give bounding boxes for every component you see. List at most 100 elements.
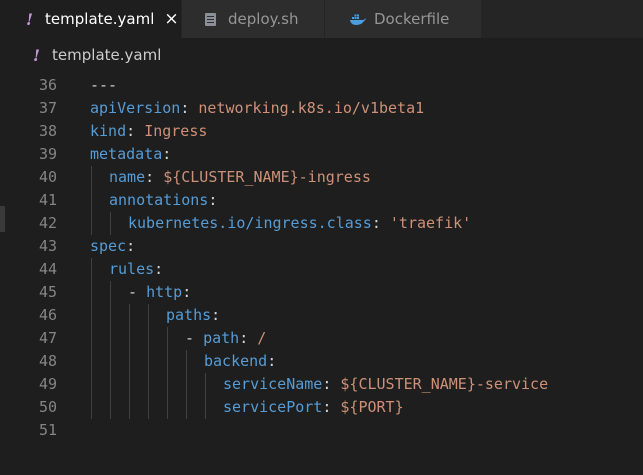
code-text: - http: xyxy=(128,281,191,304)
line-number: 39 xyxy=(38,145,57,163)
yaml-punctuation: : xyxy=(322,375,341,393)
breadcrumb[interactable]: ! template.yaml xyxy=(0,38,643,72)
code-line[interactable]: 40 name: ${CLUSTER_NAME}-ingress xyxy=(0,166,643,189)
code-line[interactable]: 41 annotations: xyxy=(0,189,643,212)
yaml-punctuation: : xyxy=(182,283,192,301)
line-number: 49 xyxy=(38,375,57,393)
line-number: 45 xyxy=(38,283,57,301)
tab-dockerfile[interactable]: Dockerfile xyxy=(325,0,482,38)
yaml-punctuation: : xyxy=(239,329,258,347)
code-text: kubernetes.io/ingress.class: 'traefik' xyxy=(128,212,471,235)
yaml-punctuation: --- xyxy=(90,76,118,94)
indent-guide xyxy=(186,350,187,419)
line-number: 37 xyxy=(38,99,57,117)
yaml-key: kind xyxy=(90,122,127,140)
tab-label: deploy.sh xyxy=(228,10,299,28)
docker-icon xyxy=(350,14,366,25)
code-text: apiVersion: networking.k8s.io/v1beta1 xyxy=(90,97,424,120)
code-text: - path: / xyxy=(185,327,266,350)
code-text: kind: Ingress xyxy=(90,120,207,143)
yaml-punctuation: - xyxy=(128,283,147,301)
code-editor[interactable]: 36 --- 37 apiVersion: networking.k8s.io/v1b… xyxy=(0,72,643,475)
indent-guide xyxy=(91,258,92,419)
code-line[interactable]: 51 xyxy=(0,419,643,442)
line-number: 36 xyxy=(38,76,57,94)
yaml-value: / xyxy=(257,329,267,347)
code-line[interactable]: 45 - http: xyxy=(0,281,643,304)
yaml-key: servicePort xyxy=(223,398,323,416)
indent-guide xyxy=(205,373,206,419)
line-number: 43 xyxy=(38,237,57,255)
tab-label: Dockerfile xyxy=(374,10,450,28)
indent-guide xyxy=(91,166,92,235)
yaml-punctuation: : xyxy=(126,122,145,140)
code-line[interactable]: 44 rules: xyxy=(0,258,643,281)
tab-template-yaml[interactable]: ! template.yaml × xyxy=(0,0,182,38)
line-number: 42 xyxy=(38,214,57,232)
yaml-punctuation: : xyxy=(145,168,164,186)
yaml-icon: ! xyxy=(33,45,41,65)
yaml-value: networking.k8s.io/v1beta1 xyxy=(198,99,425,117)
line-number: 40 xyxy=(38,168,57,186)
yaml-key: serviceName xyxy=(223,375,323,393)
code-line[interactable]: 42 kubernetes.io/ingress.class: 'traefik' xyxy=(0,212,643,235)
code-text: paths: xyxy=(166,304,220,327)
code-line[interactable]: 49 serviceName: ${CLUSTER_NAME}-service xyxy=(0,373,643,396)
yaml-punctuation: : xyxy=(371,214,390,232)
code-line[interactable]: 50 servicePort: ${PORT} xyxy=(0,396,643,419)
close-icon[interactable]: × xyxy=(164,9,178,29)
code-text: rules: xyxy=(109,258,163,281)
yaml-punctuation: : xyxy=(322,398,341,416)
line-number: 46 xyxy=(38,306,57,324)
tab-deploy-sh[interactable]: deploy.sh xyxy=(182,0,325,38)
code-text: metadata: xyxy=(90,143,171,166)
yaml-punctuation: : xyxy=(126,237,136,255)
code-text: backend: xyxy=(204,350,276,373)
code-text: spec: xyxy=(90,235,135,258)
code-text: name: ${CLUSTER_NAME}-ingress xyxy=(109,166,371,189)
yaml-key: spec xyxy=(90,237,127,255)
yaml-punctuation: - xyxy=(185,329,204,347)
yaml-key: kubernetes.io/ingress.class xyxy=(128,214,372,232)
shell-file-icon xyxy=(205,12,216,26)
indent-guide xyxy=(110,281,111,419)
code-text: servicePort: ${PORT} xyxy=(223,396,404,419)
yaml-key: path xyxy=(203,329,240,347)
code-line[interactable]: 37 apiVersion: networking.k8s.io/v1beta1 xyxy=(0,97,643,120)
yaml-value: ${CLUSTER_NAME}-service xyxy=(340,375,549,393)
code-line[interactable]: 48 backend: xyxy=(0,350,643,373)
yaml-icon: ! xyxy=(26,9,34,29)
yaml-key: paths xyxy=(166,306,212,324)
yaml-punctuation: : xyxy=(154,260,164,278)
yaml-punctuation: : xyxy=(208,191,218,209)
yaml-key: backend xyxy=(204,352,268,370)
code-line[interactable]: 47 - path: / xyxy=(0,327,643,350)
line-number: 44 xyxy=(38,260,57,278)
code-line[interactable]: 39 metadata: xyxy=(0,143,643,166)
yaml-value: ${PORT} xyxy=(340,398,404,416)
indent-guide xyxy=(129,304,130,419)
code-text: serviceName: ${CLUSTER_NAME}-service xyxy=(223,373,548,396)
yaml-key: annotations xyxy=(109,191,209,209)
yaml-value: ${CLUSTER_NAME}-ingress xyxy=(163,168,371,186)
line-number: 50 xyxy=(38,398,57,416)
line-number: 41 xyxy=(38,191,57,209)
breadcrumb-file[interactable]: template.yaml xyxy=(52,46,161,64)
code-line[interactable]: 43 spec: xyxy=(0,235,643,258)
yaml-key: apiVersion xyxy=(90,99,181,117)
yaml-punctuation: : xyxy=(180,99,199,117)
code-line[interactable]: 46 paths: xyxy=(0,304,643,327)
yaml-key: rules xyxy=(109,260,155,278)
indent-guide xyxy=(148,304,149,419)
yaml-value: Ingress xyxy=(144,122,208,140)
line-number: 51 xyxy=(38,421,57,439)
code-text: --- xyxy=(90,74,117,97)
code-line[interactable]: 36 --- xyxy=(0,74,643,97)
code-line[interactable]: 38 kind: Ingress xyxy=(0,120,643,143)
line-number: 38 xyxy=(38,122,57,140)
yaml-punctuation: : xyxy=(162,145,172,163)
line-number: 47 xyxy=(38,329,57,347)
yaml-key: http xyxy=(146,283,183,301)
yaml-key: metadata xyxy=(90,145,163,163)
code-text: annotations: xyxy=(109,189,217,212)
